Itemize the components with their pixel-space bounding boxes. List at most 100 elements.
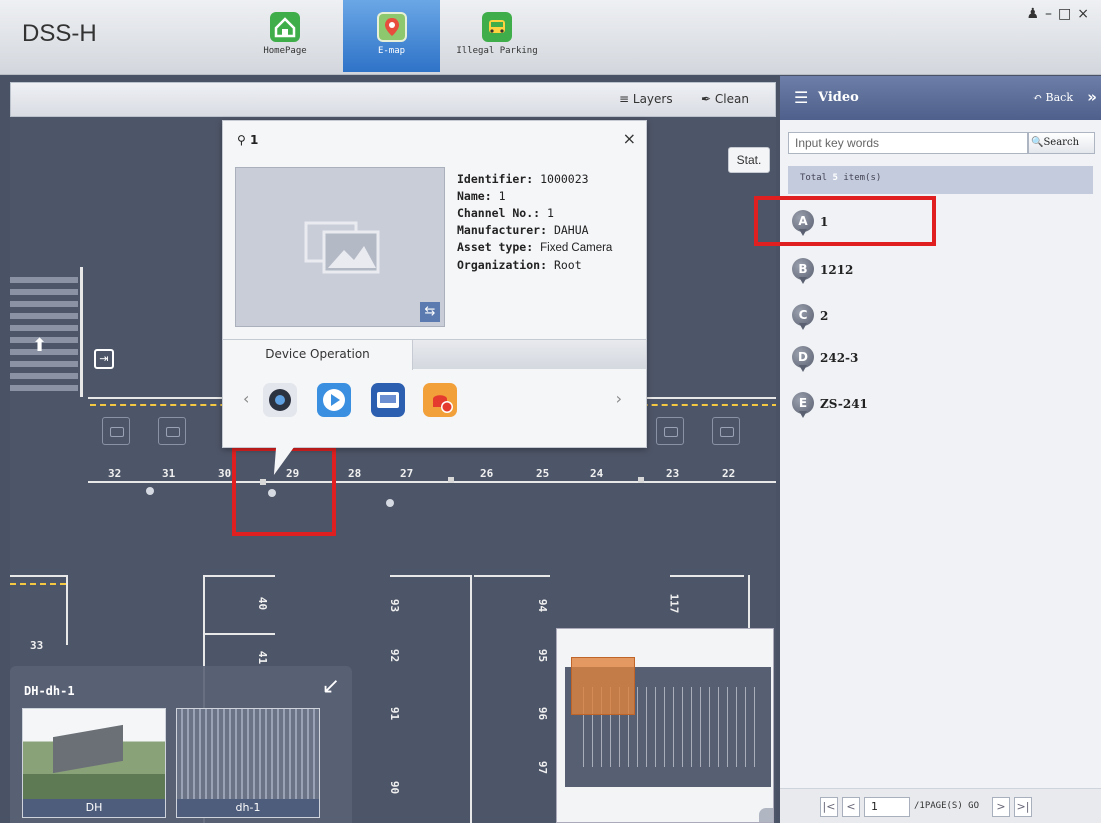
page-count-label: /1PAGE(S) GO [914,801,980,811]
map-pin-icon: C [792,304,814,330]
slot-number: 25 [536,467,550,480]
minimap-canvas [565,657,771,787]
building-icon [53,724,123,774]
car-icon [482,12,512,42]
clean-button[interactable]: ✒ Clean [701,92,749,106]
app-title: DSS-H [22,20,97,47]
title-bar: DSS-H HomePage E-map Illegal Parking ♟–□… [0,0,1101,75]
home-icon [270,12,300,42]
device-info-popup: ⚲ 1 × ⇆ Identifier: 1000023 Name: 1 Chan… [222,120,647,475]
play-icon[interactable] [317,383,351,417]
map-pin-icon [376,12,407,42]
minimap-viewport[interactable] [571,657,635,715]
slot-number: 94 [536,598,550,613]
map-thumb-dh[interactable]: DH [22,708,166,818]
info-row: Organization: Root [457,258,582,272]
parking-slot-car [102,417,130,445]
alarm-icon[interactable] [423,383,457,417]
last-page-button[interactable]: >| [1014,797,1032,817]
close-button[interactable]: × [1077,6,1095,22]
close-icon[interactable]: × [623,129,636,148]
sidebar-header: ☰ Video ↶ Back » [780,76,1101,120]
chevron-right-icon[interactable]: › [616,389,622,408]
maximize-button[interactable]: □ [1058,6,1077,22]
slot-number: 32 [108,467,122,480]
map-pin-icon: D [792,346,814,372]
back-button[interactable]: ↶ Back [1033,91,1073,104]
info-row: Identifier: 1000023 [457,172,589,186]
info-row: Name: 1 [457,189,506,203]
vehicle-icon[interactable] [371,383,405,417]
marker-square [638,477,644,483]
layers-label: Layers [632,92,673,106]
item-label: ZS-241 [820,397,868,411]
minimize-button[interactable]: – [1045,6,1058,22]
page-input[interactable]: 1 [864,797,910,817]
map-thumb-dh-1[interactable]: dh-1 [176,708,320,818]
info-row: Asset type: Fixed Camera [457,240,613,254]
list-icon: ☰ [794,88,809,107]
popup-title-text: 1 [249,133,259,147]
slot-number: 27 [400,467,414,480]
search-input[interactable]: Input key words [788,132,1028,154]
nav-emap[interactable]: E-map [343,0,440,72]
slot-number: 28 [348,467,362,480]
camera-dot[interactable] [146,487,154,495]
map-toolbar: ≡ Layers ✒ Clean [10,82,776,117]
layers-button[interactable]: ≡ Layers [619,92,673,106]
wall-line [66,575,68,645]
collapse-arrow-icon[interactable]: ↙ [322,674,340,699]
map-thumb-label: DH [23,799,165,817]
stat-button[interactable]: Stat. [728,147,770,173]
eraser-icon: ✒ [701,92,712,106]
nav-illegal-parking[interactable]: Illegal Parking [442,0,552,72]
wall-line [80,267,83,397]
marker-square [448,477,454,483]
slot-number: 41 [256,650,270,665]
search-button[interactable]: 🔍Search [1028,132,1095,154]
column-line [203,575,275,577]
parking-slot-car [712,417,740,445]
first-page-button[interactable]: |< [820,797,838,817]
parking-slot-car [656,417,684,445]
camera-dot[interactable] [386,499,394,507]
sidebar-title: Video [818,90,859,105]
chevron-left-icon[interactable]: ‹ [243,389,249,408]
nav-homepage-label: HomePage [263,46,307,56]
map-pin-icon: E [792,392,814,418]
map-thumb-label: dh-1 [177,799,319,817]
device-info: Identifier: 1000023 Name: 1 Channel No.:… [457,171,612,274]
user-icon[interactable]: ♟ [1026,6,1045,22]
video-sidebar: ☰ Video ↶ Back » Input key words 🔍Search… [754,76,1101,823]
column-line [748,575,750,635]
minimap-resize-icon[interactable] [759,808,773,822]
popup-title: ⚲ 1 [237,133,258,147]
slot-number: 117 [667,593,681,614]
map-list-panel: DH-dh-1 ↙ DH dh-1 [10,666,352,823]
refresh-icon[interactable]: ⇆ [420,302,440,322]
minimap[interactable] [556,628,774,823]
prev-page-button[interactable]: < [842,797,860,817]
nav-emap-label: E-map [377,46,406,56]
slot-number: 24 [590,467,604,480]
slot-number: 23 [666,467,680,480]
clean-label: Clean [714,92,749,106]
info-row: Manufacturer: DAHUA [457,223,589,237]
parking-row-bottom-line [88,481,776,483]
slot-number: 31 [162,467,176,480]
exit-icon: ⇥ [94,349,114,369]
tab-device-operation[interactable]: Device Operation [223,340,413,370]
column-line [390,575,470,577]
device-snapshot: ⇆ [235,167,445,327]
nav-homepage[interactable]: HomePage [255,0,315,72]
expand-icon[interactable]: » [1087,88,1097,106]
arrow-up-icon: ⬆ [32,335,48,356]
camera-icon[interactable] [263,383,297,417]
nav-illegal-parking-label: Illegal Parking [456,46,538,56]
pagination: |< < 1 /1PAGE(S) GO > >| [780,788,1101,823]
slot-number: 91 [388,706,402,721]
column-line [470,575,472,823]
image-placeholder-icon [304,221,380,274]
item-label: 2 [820,309,829,323]
next-page-button[interactable]: > [992,797,1010,817]
